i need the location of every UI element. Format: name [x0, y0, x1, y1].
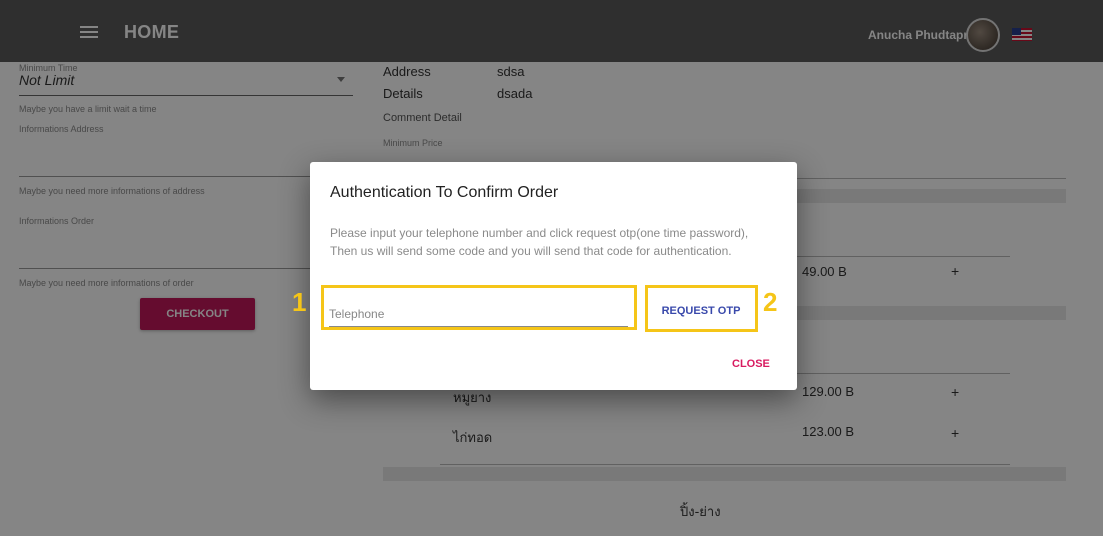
- highlight-box-otp: [645, 285, 758, 332]
- highlight-box-telephone: [321, 285, 637, 330]
- auth-dialog: Authentication To Confirm Order Please i…: [310, 162, 797, 390]
- close-button[interactable]: CLOSE: [732, 358, 770, 370]
- dialog-title: Authentication To Confirm Order: [330, 184, 559, 201]
- annotation-number-1: 1: [292, 287, 307, 317]
- annotation-number-2: 2: [763, 287, 778, 317]
- dialog-description: Please input your telephone number and c…: [330, 226, 749, 258]
